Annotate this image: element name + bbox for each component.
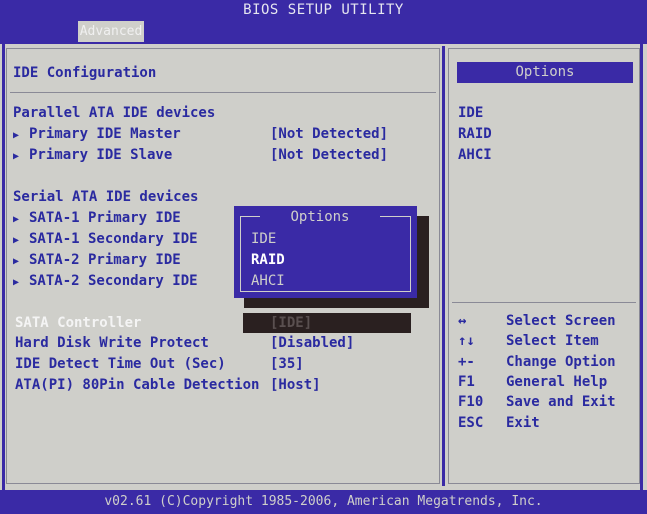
submenu-arrow-icon: ▶: [13, 214, 20, 225]
option-item: IDE: [458, 105, 484, 121]
help-action: Save and Exit: [506, 394, 616, 410]
help-key: +-: [458, 354, 475, 370]
selected-value-highlight: [243, 313, 411, 333]
submenu-arrow-icon: ▶: [13, 277, 20, 288]
popup-shadow-bottom: [244, 298, 429, 308]
menu-label: SATA-1 Primary IDE: [29, 210, 181, 226]
window-title: BIOS SETUP UTILITY: [243, 2, 404, 18]
copyright-text: v02.61 (C)Copyright 1985-2006, American …: [104, 494, 543, 509]
menu-label: Primary IDE Master: [29, 126, 181, 142]
help-key: ↑↓: [458, 333, 475, 349]
popup-shadow: [417, 216, 429, 308]
parallel-heading: Parallel ATA IDE devices: [13, 105, 216, 121]
popup-option-raid[interactable]: RAID: [251, 251, 285, 269]
setting-label: SATA Controller: [15, 315, 142, 331]
menu-value: [Not Detected]: [270, 126, 389, 142]
popup-frame-top-right: [380, 216, 411, 217]
submenu-arrow-icon: ▶: [13, 151, 20, 162]
help-key: F1: [458, 374, 475, 390]
help-key: ESC: [458, 415, 484, 431]
setting-value: [Disabled]: [270, 335, 355, 351]
option-item: AHCI: [458, 147, 492, 163]
menu-label: SATA-1 Secondary IDE: [29, 231, 198, 247]
tab-advanced[interactable]: Advanced: [78, 21, 144, 42]
menu-label: Primary IDE Slave: [29, 147, 173, 163]
options-heading: Options: [457, 62, 633, 83]
popup-title: Options: [290, 209, 350, 225]
popup-option-ahci[interactable]: AHCI: [251, 272, 285, 290]
popup-frame-top-left: [240, 216, 260, 217]
setting-label: ATA(PI) 80Pin Cable Detection: [15, 377, 260, 393]
serial-heading: Serial ATA IDE devices: [13, 189, 199, 205]
panel-divider: [442, 46, 445, 486]
section-title: IDE Configuration: [13, 65, 157, 81]
submenu-arrow-icon: ▶: [13, 235, 20, 246]
submenu-arrow-icon: ▶: [13, 130, 20, 141]
setting-value: [35]: [270, 356, 304, 372]
help-divider: [452, 302, 636, 303]
menu-label: SATA-2 Primary IDE: [29, 252, 181, 268]
menu-value: [Not Detected]: [270, 147, 389, 163]
bios-screen: BIOS SETUP UTILITY Advanced IDE Configur…: [0, 0, 647, 514]
submenu-arrow-icon: ▶: [13, 256, 20, 267]
help-action: Exit: [506, 415, 540, 431]
setting-label: Hard Disk Write Protect: [15, 335, 209, 351]
help-action: General Help: [506, 374, 608, 390]
setting-value: [Host]: [270, 377, 321, 393]
section-divider: [10, 92, 436, 93]
popup-option-ide[interactable]: IDE: [251, 230, 276, 248]
help-action: Select Screen: [506, 313, 616, 329]
help-action: Change Option: [506, 354, 616, 370]
menu-label: SATA-2 Secondary IDE: [29, 273, 198, 289]
help-action: Select Item: [506, 333, 599, 349]
help-key: F10: [458, 394, 484, 410]
option-item: RAID: [458, 126, 492, 142]
setting-value: [IDE]: [270, 315, 313, 331]
setting-label: IDE Detect Time Out (Sec): [15, 356, 226, 372]
help-key: ↔: [458, 313, 467, 329]
